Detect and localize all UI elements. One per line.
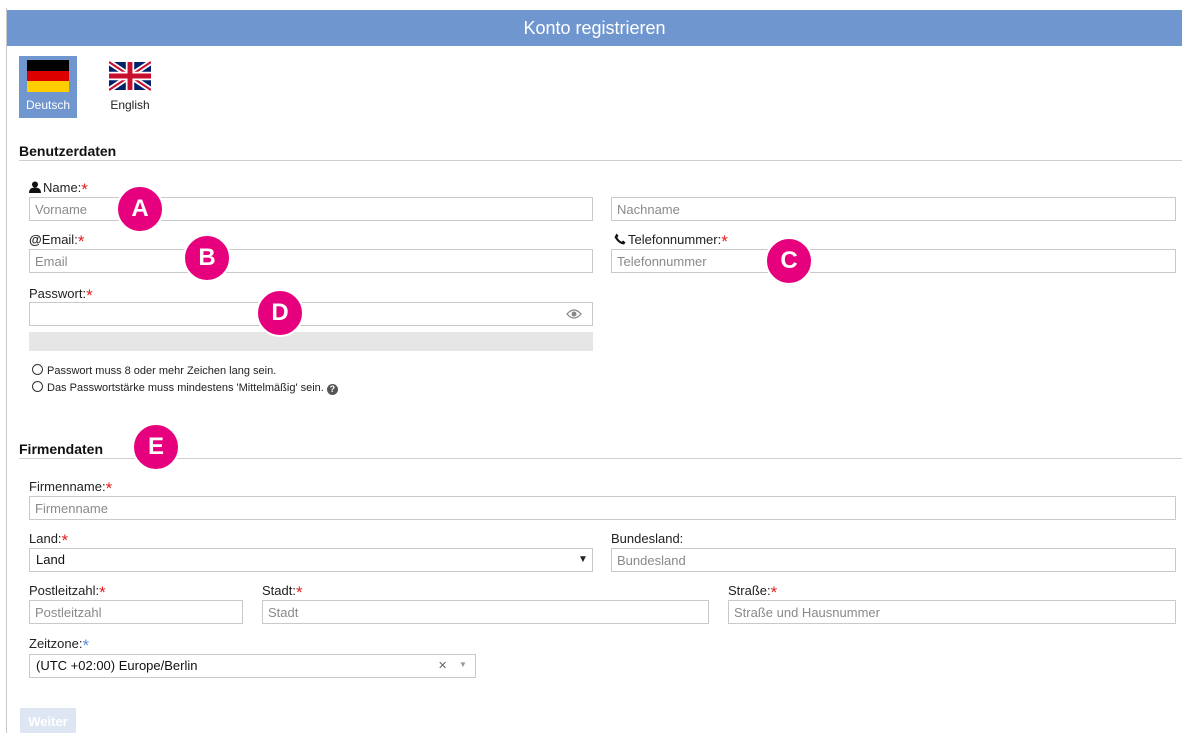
dropdown-caret-icon: ▼ [578, 554, 588, 565]
company-label-text: Firmenname: [29, 479, 106, 494]
street-input[interactable] [728, 600, 1176, 624]
state-label-text: Bundesland: [611, 531, 684, 546]
phone-field-label: Telefonnummer:* [614, 232, 728, 250]
country-select-value: Land [36, 552, 65, 567]
zip-label-text: Postleitzahl: [29, 583, 100, 598]
password-label-text: Passwort: [29, 286, 87, 301]
unchecked-circle-icon [32, 364, 43, 375]
password-strength-bar [29, 332, 593, 351]
timezone-select[interactable]: (UTC +02:00) Europe/Berlin [29, 654, 476, 678]
password-rule-text: Passwort muss 8 oder mehr Zeichen lang s… [47, 365, 277, 377]
password-input[interactable] [29, 302, 593, 326]
annotation-marker-d: D [256, 289, 304, 337]
password-rule-length: Passwort muss 8 oder mehr Zeichen lang s… [32, 364, 276, 377]
email-input[interactable] [29, 249, 593, 273]
page-left-border [6, 8, 7, 733]
street-field-label: Straße:* [728, 583, 777, 601]
country-field-label: Land:* [29, 531, 68, 549]
unchecked-circle-icon [32, 381, 43, 392]
at-sign-icon: @ [29, 232, 42, 247]
company-name-input[interactable] [29, 496, 1176, 520]
clear-selection-icon[interactable]: ✕ [438, 659, 447, 672]
german-flag-icon [27, 60, 69, 92]
timezone-label-text: Zeitzone: [29, 636, 83, 651]
password-rule-text: Das Passwortstärke muss mindestens 'Mitt… [47, 382, 324, 394]
registration-page: Konto registrieren Deutsch English Benut… [0, 0, 1182, 733]
language-label-english: English [110, 98, 150, 112]
city-input[interactable] [262, 600, 709, 624]
name-field-label: Name:* [29, 180, 88, 198]
phone-input[interactable] [611, 249, 1176, 273]
phone-label-text: Telefonnummer: [628, 232, 722, 247]
timezone-field-label: Zeitzone:* [29, 636, 89, 654]
annotation-marker-e: E [132, 423, 180, 471]
city-field-label: Stadt:* [262, 583, 303, 601]
zip-field-label: Postleitzahl:* [29, 583, 106, 601]
email-label-text: Email: [41, 232, 78, 247]
section-title-user-data: Benutzerdaten [19, 143, 117, 159]
name-label-text: Name: [43, 180, 82, 195]
help-question-icon[interactable]: ? [326, 384, 338, 395]
page-title: Konto registrieren [7, 10, 1182, 46]
section-divider [19, 160, 1182, 161]
phone-icon [614, 233, 626, 245]
password-field-label: Passwort:* [29, 286, 93, 304]
language-option-german[interactable]: Deutsch [19, 56, 77, 118]
section-divider [19, 458, 1182, 459]
lastname-input[interactable] [611, 197, 1176, 221]
company-field-label: Firmenname:* [29, 479, 112, 497]
show-password-eye-icon[interactable] [566, 308, 582, 320]
email-field-label: @Email:* [29, 232, 84, 250]
city-label-text: Stadt: [262, 583, 296, 598]
state-field-label: Bundesland: [611, 531, 683, 546]
annotation-marker-c: C [765, 237, 813, 285]
state-input[interactable] [611, 548, 1176, 572]
next-button[interactable]: Weiter [20, 708, 76, 733]
password-rule-strength: Das Passwortstärke muss mindestens 'Mitt… [32, 381, 338, 395]
zip-input[interactable] [29, 600, 243, 624]
user-icon [29, 181, 41, 193]
language-label-german: Deutsch [25, 98, 71, 112]
annotation-marker-a: A [116, 185, 164, 233]
street-label-text: Straße: [728, 583, 771, 598]
optional-asterisk: * [82, 636, 90, 655]
uk-flag-icon [109, 60, 151, 92]
country-select[interactable]: Land [29, 548, 593, 572]
dropdown-caret-icon[interactable]: ▼ [459, 660, 467, 669]
firstname-input[interactable] [29, 197, 593, 221]
annotation-marker-b: B [183, 234, 231, 282]
country-label-text: Land: [29, 531, 62, 546]
timezone-select-value: (UTC +02:00) Europe/Berlin [36, 658, 198, 673]
section-title-company-data: Firmendaten [19, 441, 104, 457]
language-option-english[interactable]: English [101, 56, 159, 118]
